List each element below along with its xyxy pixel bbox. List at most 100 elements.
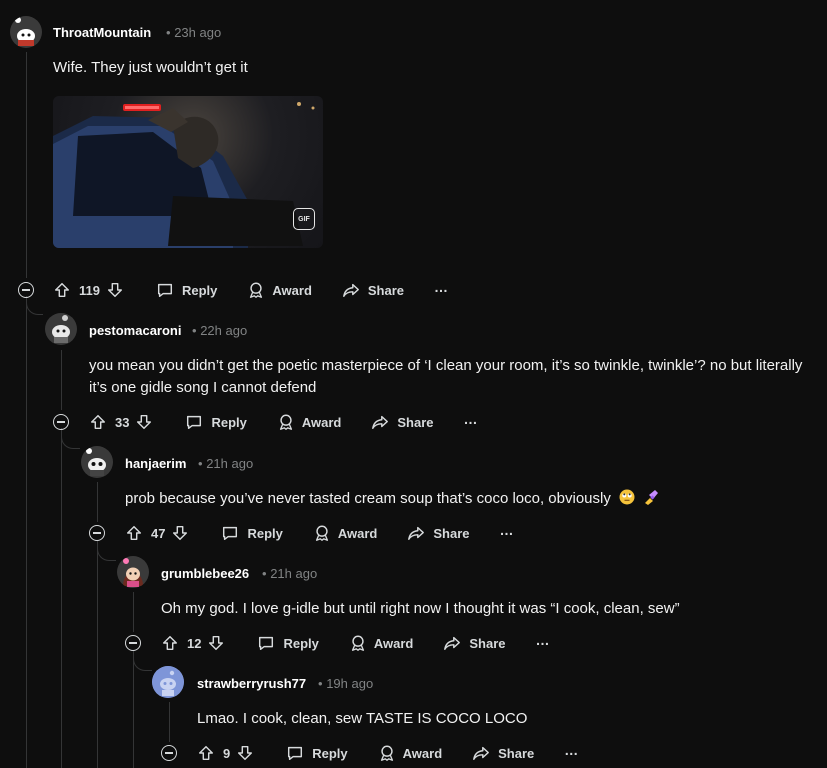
award-icon <box>279 414 292 430</box>
reply-button[interactable]: Reply <box>185 413 247 431</box>
more-options-button[interactable]: … <box>434 279 448 295</box>
vote-count: 12 <box>187 635 202 651</box>
collapse-thread-button[interactable] <box>89 525 105 541</box>
thread-line[interactable] <box>169 702 170 742</box>
upvote-icon <box>126 525 142 541</box>
avatar[interactable] <box>117 556 149 588</box>
downvote-button[interactable] <box>135 413 153 431</box>
more-options-button[interactable]: … <box>500 522 514 538</box>
downvote-icon <box>107 282 123 298</box>
comment-body-container: prob because you’ve never tasted cream s… <box>125 488 815 510</box>
comment-icon <box>259 636 274 651</box>
timestamp[interactable]: 21h ago <box>270 566 317 581</box>
award-icon <box>351 635 364 651</box>
comment-actions: 9 Reply Award Share … <box>197 739 578 767</box>
award-button[interactable]: Award <box>313 524 377 542</box>
reply-button[interactable]: Reply <box>221 524 283 542</box>
upvote-button[interactable] <box>161 634 179 652</box>
share-button[interactable]: Share <box>371 413 434 431</box>
share-button[interactable]: Share <box>407 524 470 542</box>
collapse-thread-button[interactable] <box>53 414 69 430</box>
meta-separator: • <box>192 323 197 338</box>
vote-count: 119 <box>79 282 100 298</box>
collapse-thread-button[interactable] <box>125 635 141 651</box>
comment-icon <box>288 746 303 761</box>
thread-line[interactable] <box>97 482 98 522</box>
upvote-button[interactable] <box>125 524 143 542</box>
thread-connector <box>26 296 43 315</box>
downvote-button[interactable] <box>236 744 254 762</box>
reply-button[interactable]: Reply <box>257 634 319 652</box>
avatar[interactable] <box>45 313 77 345</box>
comment-body: prob because you’ve never tasted cream s… <box>125 490 611 507</box>
upvote-button[interactable] <box>89 413 107 431</box>
downvote-button[interactable] <box>207 634 225 652</box>
comment-icon <box>223 526 238 541</box>
username[interactable]: pestomacaroni <box>89 323 181 338</box>
avatar[interactable] <box>152 666 184 698</box>
share-label: Share <box>367 282 405 298</box>
username[interactable]: strawberryrush77 <box>197 676 306 691</box>
more-options-button[interactable]: … <box>464 411 478 427</box>
more-options-button[interactable]: … <box>564 742 578 758</box>
upvote-button[interactable] <box>197 744 215 762</box>
upvote-icon <box>90 414 106 430</box>
timestamp[interactable]: 19h ago <box>326 676 373 691</box>
more-options-button[interactable]: … <box>536 632 550 648</box>
share-button[interactable]: Share <box>472 744 534 762</box>
award-label: Award <box>272 282 312 298</box>
downvote-button[interactable] <box>171 524 189 542</box>
thread-line[interactable] <box>97 544 98 768</box>
thread-line[interactable] <box>26 300 27 768</box>
comment-icon <box>187 415 202 430</box>
share-label: Share <box>469 635 506 651</box>
share-label: Share <box>397 414 434 430</box>
avatar[interactable] <box>10 16 42 48</box>
thread-line[interactable] <box>26 52 27 278</box>
award-button[interactable]: Award <box>349 634 414 652</box>
upvote-button[interactable] <box>53 281 71 299</box>
comment-body: Lmao. I cook, clean, sew TASTE IS COCO L… <box>197 710 528 727</box>
comment-meta: • 23h ago <box>166 25 221 40</box>
gif-image[interactable]: GIF <box>53 96 323 248</box>
share-icon <box>342 283 359 298</box>
comment-meta: • 22h ago <box>192 323 247 338</box>
award-label: Award <box>373 635 414 651</box>
thread-line[interactable] <box>61 350 62 410</box>
award-label: Award <box>402 745 443 761</box>
award-button[interactable]: Award <box>277 413 341 431</box>
thread-line[interactable] <box>133 592 134 632</box>
downvote-button[interactable] <box>106 281 124 299</box>
share-label: Share <box>498 745 535 761</box>
collapse-thread-button[interactable] <box>18 282 34 298</box>
meta-separator: • <box>262 566 267 581</box>
share-button[interactable]: Share <box>342 281 404 299</box>
thread-line[interactable] <box>61 432 62 768</box>
award-button[interactable]: Award <box>378 744 443 762</box>
timestamp[interactable]: 22h ago <box>200 323 247 338</box>
avatar[interactable] <box>81 446 113 478</box>
username[interactable]: ThroatMountain <box>53 25 151 40</box>
reply-label: Reply <box>247 525 283 541</box>
award-button[interactable]: Award <box>247 281 312 299</box>
reply-button[interactable]: Reply <box>156 281 217 299</box>
share-button[interactable]: Share <box>443 634 506 652</box>
meta-separator: • <box>318 676 323 691</box>
upvote-icon <box>54 282 70 298</box>
thread-connector <box>97 540 116 561</box>
timestamp[interactable]: 23h ago <box>174 25 221 40</box>
meta-separator: • <box>166 25 171 40</box>
reply-label: Reply <box>181 282 218 298</box>
nail-polish-icon <box>645 490 659 505</box>
timestamp[interactable]: 21h ago <box>206 456 253 471</box>
thread-line[interactable] <box>133 654 134 768</box>
username[interactable]: grumblebee26 <box>161 566 249 581</box>
face-with-rolling-eyes-icon <box>619 489 635 505</box>
award-icon <box>315 525 328 541</box>
collapse-thread-button[interactable] <box>161 745 177 761</box>
downvote-icon <box>173 525 188 541</box>
comment-actions: 119 Reply Award Share … <box>53 276 448 304</box>
username[interactable]: hanjaerim <box>125 456 186 471</box>
vote-count: 33 <box>115 414 130 430</box>
reply-button[interactable]: Reply <box>286 744 348 762</box>
